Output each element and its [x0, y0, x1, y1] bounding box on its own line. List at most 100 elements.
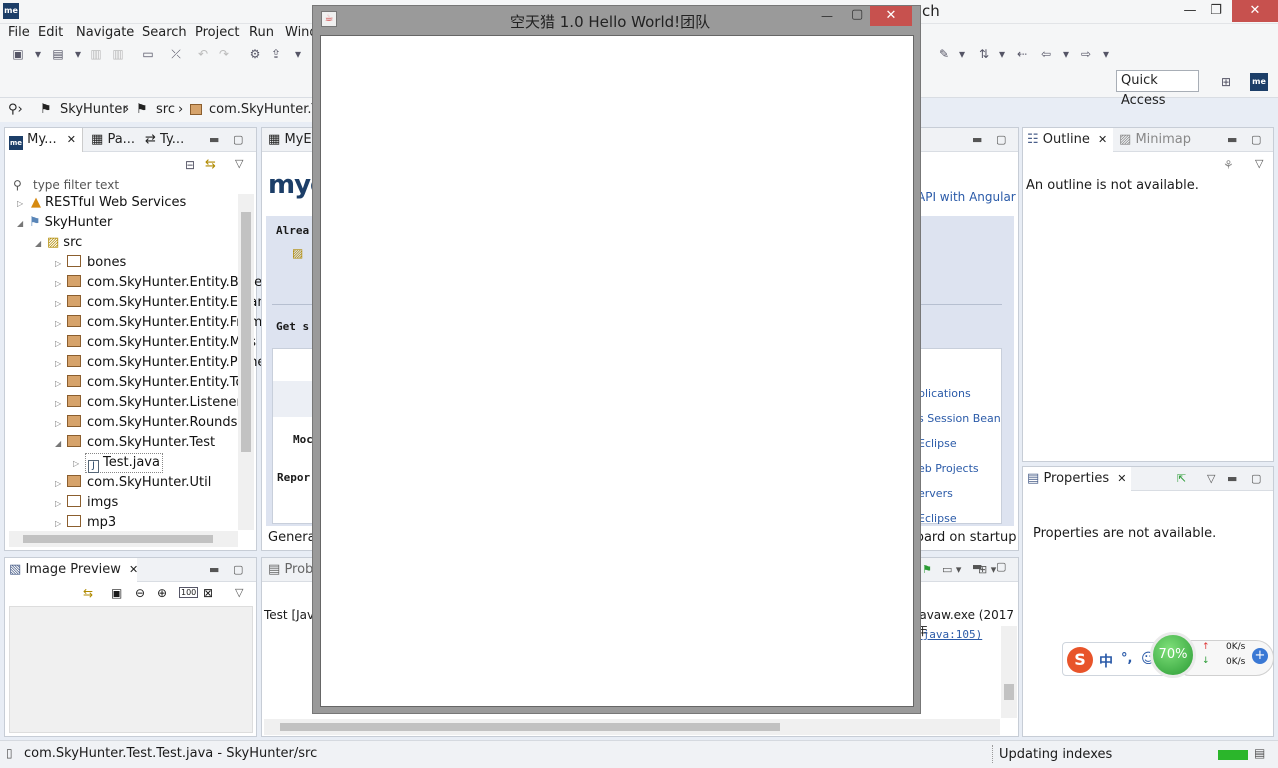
tree-item[interactable]: com.SkyHunter.Entity.EPlan: [67, 293, 266, 313]
angular-link[interactable]: API with Angular: [917, 190, 1016, 204]
memory-percent-gauge[interactable]: 70%: [1150, 632, 1196, 678]
tree-item[interactable]: ▨ src: [47, 233, 82, 253]
fit-window-icon[interactable]: ⊠: [203, 586, 213, 600]
dropdown-arrow-icon[interactable]: ▾: [290, 46, 306, 62]
minimize-button[interactable]: —: [1176, 0, 1204, 22]
tab-minimap[interactable]: ▨ Minimap: [1119, 132, 1191, 147]
scrollbar-thumb[interactable]: [23, 535, 213, 543]
tree-item[interactable]: com.SkyHunter.Entity.Tool: [67, 373, 255, 393]
expand-icon[interactable]: ▷: [55, 399, 61, 408]
collapse-icon[interactable]: ◢: [17, 219, 23, 228]
link-eclipse-2[interactable]: Eclipse: [918, 512, 957, 525]
quick-access-input[interactable]: Quick Access: [1116, 70, 1199, 108]
maximize-view-icon[interactable]: ▢: [996, 133, 1006, 146]
menu-project[interactable]: Project: [195, 25, 239, 40]
myeclipse-perspective-icon[interactable]: me: [1250, 73, 1268, 91]
save-all-icon[interactable]: ▥: [110, 46, 126, 62]
maximize-view-icon[interactable]: ▢: [1251, 133, 1261, 146]
expand-icon[interactable]: ▷: [17, 199, 23, 208]
expand-icon[interactable]: ▷: [55, 339, 61, 348]
annotation-icon[interactable]: ✎: [936, 46, 952, 62]
close-tab-icon[interactable]: ✕: [1117, 472, 1126, 485]
java-window-title-bar[interactable]: ☕ 空天猎 1.0 Hello World!团队 — ▢ ✕: [313, 6, 920, 34]
back-icon[interactable]: ⇦: [1038, 46, 1054, 62]
tab-package[interactable]: ▦ Pa...: [91, 132, 135, 147]
expand-icon[interactable]: ▷: [55, 379, 61, 388]
expand-icon[interactable]: ▷: [55, 299, 61, 308]
dropdown-arrow-icon[interactable]: ▾: [1058, 46, 1074, 62]
tree-item[interactable]: bones: [67, 253, 126, 273]
tree-item[interactable]: ⚑ SkyHunter: [29, 213, 112, 233]
tree-item[interactable]: imgs: [67, 493, 118, 513]
tab-properties[interactable]: ▤ Properties ✕: [1023, 467, 1131, 491]
undo-icon[interactable]: ↶: [195, 46, 211, 62]
expand-icon[interactable]: ▷: [55, 499, 61, 508]
java-close-button[interactable]: ✕: [870, 6, 912, 26]
expand-icon[interactable]: ▷: [55, 419, 61, 428]
filter-input[interactable]: type filter text: [33, 178, 119, 192]
tree-item[interactable]: com.SkyHunter.Entity.Plane: [67, 353, 265, 373]
pin-view-icon[interactable]: ⇱: [1177, 472, 1186, 485]
menu-search[interactable]: Search: [142, 25, 187, 40]
console-horizontal-scrollbar[interactable]: [264, 719, 1000, 735]
maximize-view-icon[interactable]: ▢: [233, 133, 243, 146]
link-applications[interactable]: plications: [918, 387, 971, 400]
dropdown-arrow-icon[interactable]: ▾: [30, 46, 46, 62]
terminal-icon[interactable]: ▭: [140, 46, 156, 62]
maximize-view-icon[interactable]: ▢: [233, 563, 243, 576]
skip-breakpoints-icon[interactable]: ⤫: [168, 46, 184, 62]
minimize-view-icon[interactable]: ▬: [209, 563, 219, 576]
open-perspective-icon[interactable]: ⊞: [1218, 74, 1234, 90]
tree-item[interactable]: mp3: [67, 513, 116, 533]
collapse-icon[interactable]: ◢: [55, 439, 61, 448]
expand-icon[interactable]: ▷: [55, 359, 61, 368]
explorer-vertical-scrollbar[interactable]: [238, 194, 254, 530]
fit-image-icon[interactable]: ▣: [111, 586, 122, 600]
sogou-ime-icon[interactable]: S: [1067, 647, 1093, 673]
dropdown-arrow-icon[interactable]: ▾: [954, 46, 970, 62]
save-icon[interactable]: ▥: [88, 46, 104, 62]
progress-bar[interactable]: [1218, 750, 1248, 760]
menu-file[interactable]: File: [8, 25, 30, 40]
deploy-icon[interactable]: ⇪: [268, 46, 284, 62]
tree-item[interactable]: ▲ RESTful Web Services: [31, 193, 186, 213]
tab-my-explorer[interactable]: me My... ✕: [5, 128, 83, 152]
tree-item-selected[interactable]: J Test.java: [85, 453, 163, 473]
tree-item[interactable]: com.SkyHunter.Entity.Bulle: [67, 273, 262, 293]
close-tab-icon[interactable]: ✕: [1098, 133, 1107, 146]
expand-icon[interactable]: ▷: [73, 459, 79, 468]
minimize-view-icon[interactable]: ▬: [972, 560, 982, 573]
tree-item[interactable]: com.SkyHunter.Rounds: [67, 413, 237, 433]
add-widget-icon[interactable]: +: [1252, 648, 1268, 664]
link-eclipse[interactable]: Eclipse: [918, 437, 957, 450]
console-vertical-scrollbar[interactable]: [1001, 626, 1017, 718]
prev-annotation-icon[interactable]: ⇅: [976, 46, 992, 62]
tab-problems[interactable]: ▤ Prob: [268, 562, 313, 577]
minimize-view-icon[interactable]: ▬: [1227, 133, 1237, 146]
zoom-out-icon[interactable]: ⊖: [135, 586, 145, 600]
tab-type-hierarchy[interactable]: ⇄ Ty...: [145, 132, 184, 147]
view-menu-icon[interactable]: ▽: [1255, 157, 1263, 170]
close-button[interactable]: ✕: [1232, 0, 1278, 22]
show-on-startup-label[interactable]: oard on startup: [916, 530, 1017, 545]
maximize-view-icon[interactable]: ▢: [996, 560, 1006, 573]
last-edit-icon[interactable]: ⇠: [1014, 46, 1030, 62]
tab-outline[interactable]: ☷ Outline ✕: [1023, 128, 1113, 152]
java-minimize-button[interactable]: —: [821, 9, 833, 23]
minimize-view-icon[interactable]: ▬: [1227, 472, 1237, 485]
link-session-bean[interactable]: s Session Bean: [918, 412, 1001, 425]
workspace-icon[interactable]: ⚲›: [8, 102, 23, 117]
dropdown-arrow-icon[interactable]: ▾: [1098, 46, 1114, 62]
menu-edit[interactable]: Edit: [38, 25, 63, 40]
new-icon[interactable]: ▣: [10, 46, 26, 62]
view-menu-icon[interactable]: ▽: [235, 586, 243, 599]
maximize-view-icon[interactable]: ▢: [1251, 472, 1261, 485]
java-maximize-button[interactable]: ▢: [851, 7, 863, 22]
ime-language-toggle[interactable]: 中: [1099, 651, 1113, 671]
pin-console-icon[interactable]: ⚑: [922, 563, 932, 576]
zoom-in-icon[interactable]: ⊕: [157, 586, 167, 600]
maximize-button[interactable]: ❐: [1202, 0, 1230, 22]
expand-icon[interactable]: ▷: [55, 279, 61, 288]
minimize-view-icon[interactable]: ▬: [972, 133, 982, 146]
explorer-horizontal-scrollbar[interactable]: [9, 531, 238, 547]
